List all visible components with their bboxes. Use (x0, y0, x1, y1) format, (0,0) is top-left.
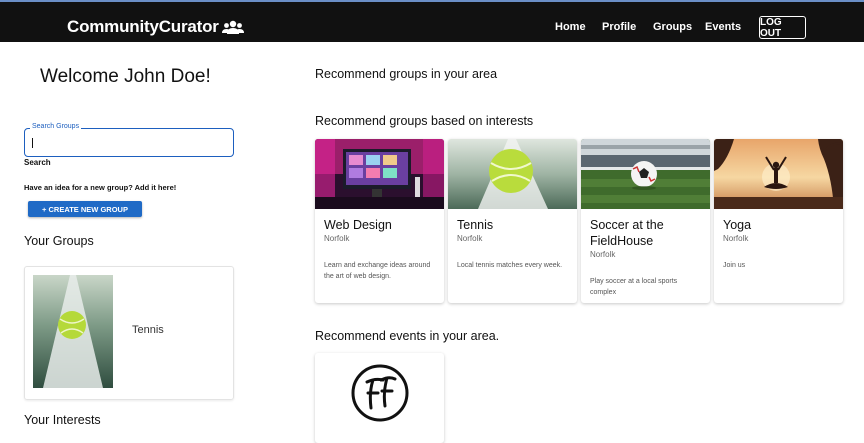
nav-profile[interactable]: Profile (602, 21, 636, 33)
nav-home[interactable]: Home (555, 21, 586, 33)
your-group-name: Tennis (132, 324, 164, 336)
new-group-prompt: Have an idea for a new group? Add it her… (24, 183, 177, 192)
group-title: Web Design (324, 218, 392, 232)
create-new-group-button[interactable]: + CREATE NEW GROUP (28, 201, 142, 217)
group-description: Learn and exchange ideas around the art … (324, 262, 431, 280)
area-groups-heading: Recommend groups in your area (315, 67, 498, 81)
search-groups-legend: Search Groups (30, 123, 82, 130)
brand-logo[interactable]: CommunityCurator (67, 17, 244, 37)
group-title: Tennis (457, 218, 494, 232)
interest-groups-heading: Recommend groups based on interests (315, 114, 534, 128)
event-card[interactable] (315, 353, 444, 443)
welcome-heading: Welcome John Doe! (40, 66, 211, 87)
yoga-image (714, 139, 843, 209)
group-card-soccer[interactable]: Soccer at the FieldHouse Norfolk Play so… (581, 139, 710, 303)
logout-button[interactable]: LOG OUT (759, 16, 806, 39)
top-nav-bar: CommunityCurator Home Profile Groups Eve… (0, 0, 864, 42)
group-description: Play soccer at a local sports complex (590, 278, 678, 296)
foo-fighters-logo-icon (351, 364, 409, 422)
group-location: Norfolk (457, 234, 483, 243)
soccer-image (581, 139, 710, 209)
search-groups-field[interactable]: Search Groups (24, 123, 234, 157)
events-heading: Recommend events in your area. (315, 329, 500, 343)
your-group-card[interactable]: Tennis (24, 266, 234, 400)
community-icon (221, 20, 244, 34)
group-location: Norfolk (723, 234, 749, 243)
your-groups-heading: Your Groups (24, 234, 94, 248)
tennis-image (448, 139, 577, 209)
your-interests-heading: Your Interests (24, 413, 101, 427)
tennis-ball-image (33, 275, 113, 388)
text-caret (32, 138, 33, 148)
group-location: Norfolk (324, 234, 350, 243)
brand-name: CommunityCurator (67, 17, 219, 36)
nav-groups[interactable]: Groups (653, 21, 692, 33)
group-description: Join us (723, 262, 746, 269)
group-title: Soccer at the FieldHouse (590, 218, 664, 248)
group-card-web-design[interactable]: Web Design Norfolk Learn and exchange id… (315, 139, 444, 303)
group-card-tennis[interactable]: Tennis Norfolk Local tennis matches ever… (448, 139, 577, 303)
group-location: Norfolk (590, 250, 616, 259)
search-label: Search (24, 158, 51, 167)
group-title: Yoga (723, 218, 752, 232)
nav-events[interactable]: Events (705, 21, 741, 33)
group-card-yoga[interactable]: Yoga Norfolk Join us (714, 139, 843, 303)
group-description: Local tennis matches every week. (457, 262, 563, 269)
web-design-image (315, 139, 444, 209)
